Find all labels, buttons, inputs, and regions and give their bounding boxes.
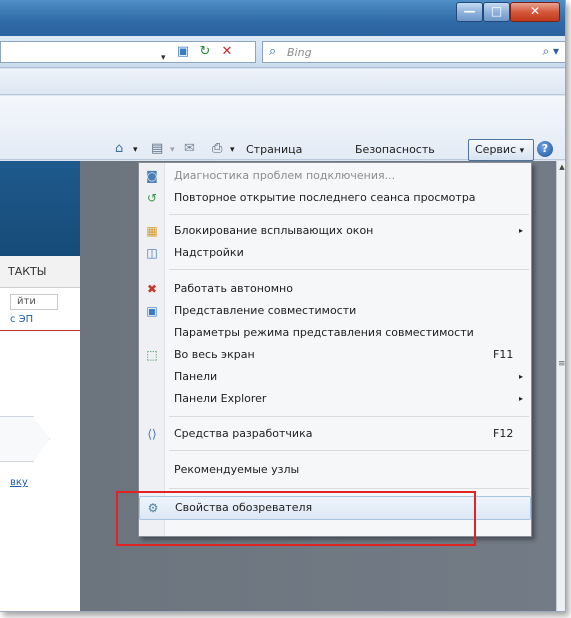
tools-menu-button[interactable]: Сервис ▾ [468,139,534,161]
address-row: ▾ ▣ ↻ ✕ ⌕ Bing ⌕ ▾ [0,36,565,68]
search-placeholder: Bing [287,46,312,59]
address-dropdown-icon[interactable]: ▾ [161,53,166,63]
popup-blocker-icon: ▦ [146,224,158,238]
diagnostics-icon: ◙ [146,169,158,183]
compat-view-icon[interactable]: ▣ [175,44,191,60]
contacts-tab[interactable]: ТАКТЫ [0,256,80,288]
feeds-icon[interactable]: ▤ [151,140,163,158]
menu-separator [169,488,529,489]
menu-separator [169,214,529,215]
scroll-grip-icon[interactable]: ≡ [558,359,565,369]
submenu-arrow-icon: ▸ [519,372,524,381]
mail-icon[interactable]: ✉ [184,140,195,158]
menu-separator [169,269,529,270]
stop-icon[interactable]: ✕ [219,44,235,60]
menu-item-popup-blocker[interactable]: ▦ Блокирование всплывающих окон ▸ [139,220,531,242]
vertical-scrollbar[interactable]: ▲ ≡ [556,161,565,611]
fullscreen-icon: ⬚ [146,348,158,362]
close-icon: ✕ [529,4,541,18]
tools-menu: ◙ Диагностика проблем подключения... ↺ П… [138,162,532,537]
page-menu-button[interactable]: Страница [246,141,302,159]
home-icon[interactable]: ⌂ [115,140,123,158]
maximize-button[interactable]: □ [483,2,510,22]
search-box[interactable]: ⌕ Bing ⌕ ▾ [262,41,565,63]
tools-menu-label: Сервис [475,143,517,156]
menu-item-fullscreen[interactable]: ⬚ Во весь экран F11 [139,344,531,366]
menu-item-addons[interactable]: ◫ Надстройки [139,242,531,264]
menu-item-work-offline[interactable]: ✖ Работать автономно [139,278,531,300]
tools-dropdown-icon: ▾ [519,146,525,156]
favorites-bar [0,69,565,95]
reopen-session-icon: ↺ [146,191,158,205]
close-button[interactable]: ✕ [510,2,560,22]
developer-tools-shortcut: F12 [493,427,514,440]
menu-separator [169,450,529,451]
print-icon[interactable]: ⎙ [212,140,222,158]
offline-icon: ✖ [146,282,158,296]
safety-menu-button[interactable]: Безопасность [355,141,435,159]
chevron-arrow-shape [0,416,50,462]
menu-item-developer-tools[interactable]: ⟨⟩ Средства разработчика F12 [139,423,531,445]
menu-item-compat-view[interactable]: ▣ Представление совместимости [139,300,531,322]
compat-view-icon: ▣ [146,304,158,318]
site-header [0,161,80,256]
address-bar[interactable]: ▾ ▣ ↻ ✕ [0,41,256,63]
submenu-arrow-icon: ▸ [519,394,524,403]
command-bar: ⌂ ▾ ▤ ▾ ✉ ⎙ ▾ Страница Безопасность Серв… [0,96,565,161]
menu-item-suggested-sites[interactable]: Рекомендуемые узлы [139,459,531,481]
developer-tools-icon: ⟨⟩ [147,427,157,441]
help-icon[interactable]: ? [537,141,553,157]
maximize-icon: □ [490,4,503,18]
login-button[interactable]: йти [10,294,58,310]
divider [0,330,80,331]
menu-item-diagnostics[interactable]: ◙ Диагностика проблем подключения... [139,165,531,187]
addons-icon: ◫ [146,246,158,260]
scroll-up-icon[interactable]: ▲ [557,163,565,171]
bing-search-icon: ⌕ [269,44,277,59]
home-dropdown-icon[interactable]: ▾ [133,141,138,159]
refresh-icon[interactable]: ↻ [197,44,213,60]
minimize-icon: — [463,4,476,18]
fullscreen-shortcut: F11 [493,348,514,361]
print-dropdown-icon[interactable]: ▾ [230,141,235,159]
ep-login-link[interactable]: с ЭП [10,314,33,325]
menu-item-toolbars[interactable]: Панели ▸ [139,366,531,388]
minimize-button[interactable]: — [456,2,483,22]
menu-separator [169,416,529,417]
search-button[interactable]: ⌕ ▾ [542,44,559,59]
application-link[interactable]: вку [10,477,28,488]
title-bar: — □ ✕ [0,0,565,36]
menu-item-reopen-session[interactable]: ↺ Повторное открытие последнего сеанса п… [139,187,531,209]
menu-item-explorer-bars[interactable]: Панели Explorer ▸ [139,388,531,410]
menu-item-compat-view-settings[interactable]: Параметры режима представления совместим… [139,322,531,344]
submenu-arrow-icon: ▸ [519,226,524,235]
feeds-dropdown-icon[interactable]: ▾ [170,141,175,159]
highlight-annotation-frame [116,491,476,546]
browser-window: — □ ✕ ▾ ▣ ↻ ✕ ⌕ Bing ⌕ ▾ ⌂ ▾ ▤ ▾ ✉ ⎙ ▾ С… [0,0,566,612]
